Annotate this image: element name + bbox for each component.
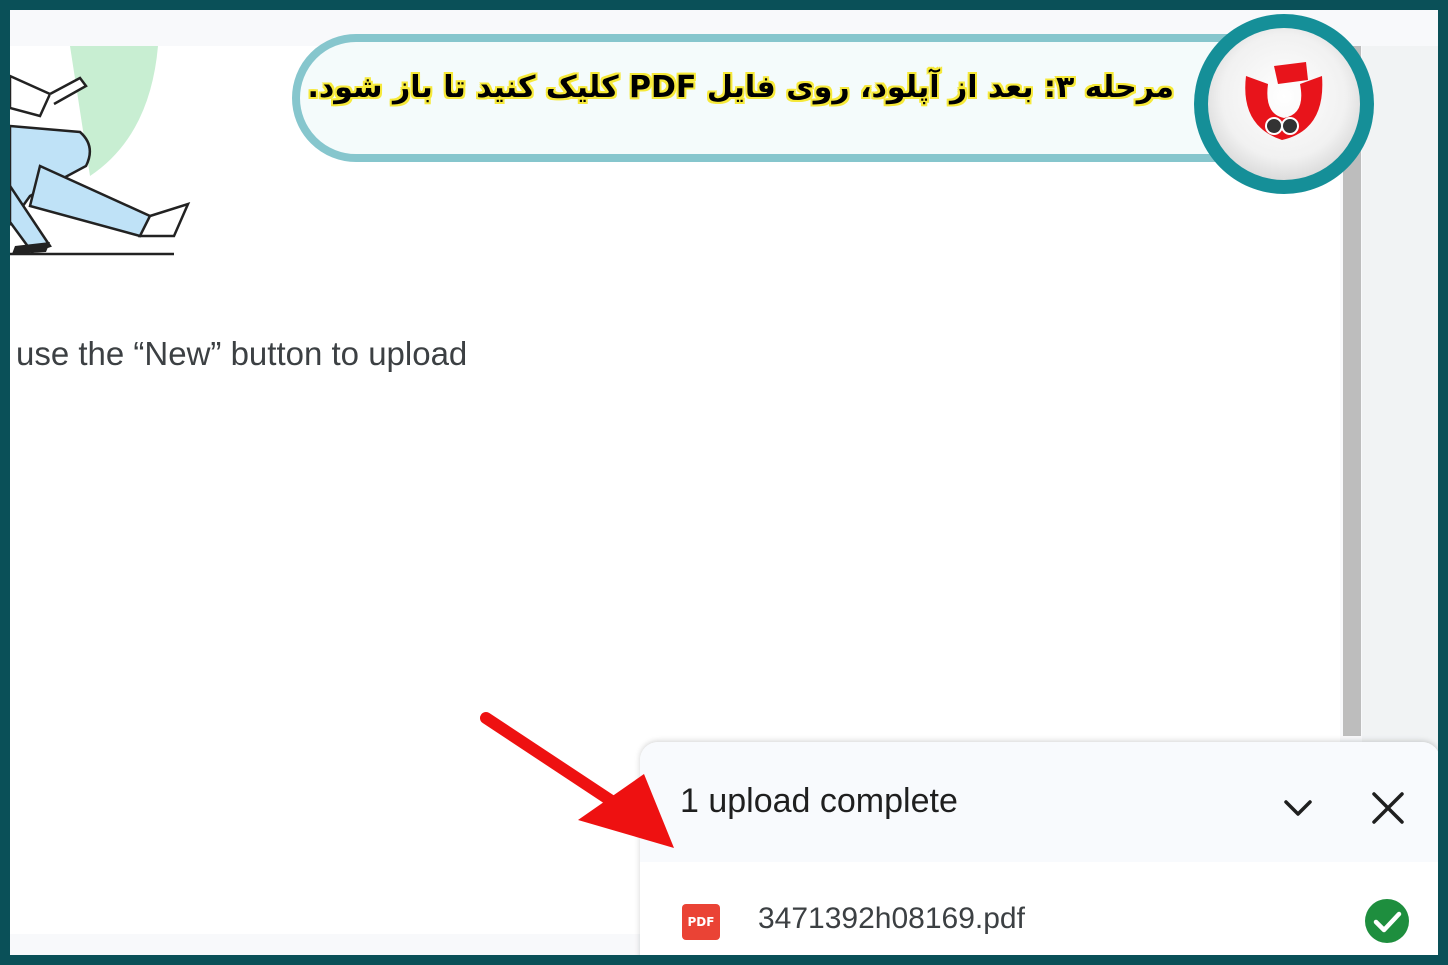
empty-folder-hint: use the “New” button to upload (16, 335, 468, 372)
step-instruction-banner: مرحله ۳: بعد از آپلود، روی فایل PDF کلیک… (292, 34, 1292, 162)
uploaded-file-row[interactable]: PDF 3471392h08169.pdf (640, 872, 1438, 955)
brand-logo-mark (1245, 62, 1323, 140)
brand-logo-badge (1208, 28, 1360, 180)
upload-panel-header: 1 upload complete (640, 742, 1438, 862)
check-circle-icon (1365, 899, 1409, 943)
step-instruction-text: مرحله ۳: بعد از آپلود، روی فایل PDF کلیک… (307, 70, 1174, 105)
pointer-arrow-annotation (480, 712, 674, 848)
collapse-button[interactable] (1276, 786, 1320, 830)
uploaded-file-name[interactable]: 3471392h08169.pdf (758, 902, 1025, 936)
upload-status-panel: 1 upload complete PDF 3471392h08169.pdf (640, 742, 1438, 955)
close-button[interactable] (1364, 784, 1412, 832)
brand-logo (1194, 14, 1374, 194)
chevron-down-icon (1284, 800, 1312, 816)
close-icon (1372, 792, 1404, 824)
pdf-file-icon: PDF (682, 904, 720, 940)
upload-panel-title: 1 upload complete (680, 782, 958, 820)
empty-state-illustration (10, 46, 191, 256)
